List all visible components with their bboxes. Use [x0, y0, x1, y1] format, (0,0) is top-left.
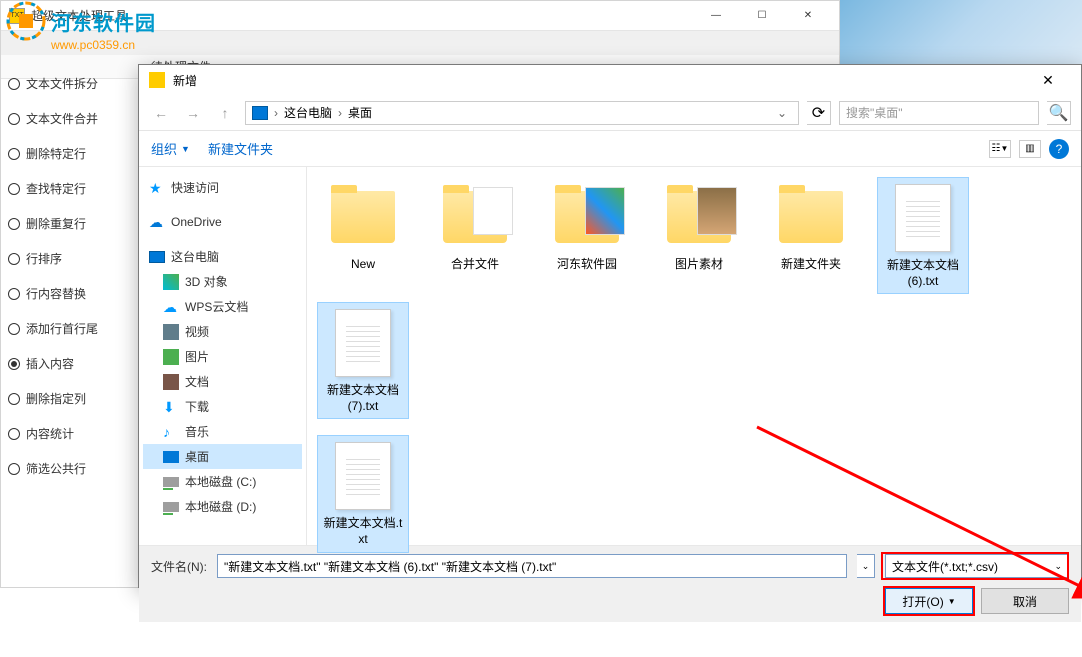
dialog-toolbar: 组织 ▼ 新建文件夹 ☷ ▼ ▥ ?: [139, 131, 1081, 167]
open-button[interactable]: 打开(O) ▼: [885, 588, 973, 614]
opt-merge[interactable]: 文本文件合并: [8, 110, 138, 127]
tree-wps-cloud[interactable]: ☁WPS云文档: [143, 294, 302, 319]
dialog-bottom: 文件名(N): ⌄ 文本文件(*.txt;*.csv)⌄ 打开(O) ▼ 取消: [139, 545, 1081, 622]
opt-delete-col[interactable]: 删除指定列: [8, 390, 138, 407]
nav-back-button[interactable]: ←: [149, 101, 173, 125]
dialog-icon: [149, 72, 165, 88]
dialog-titlebar: 新增 ✕: [139, 65, 1081, 95]
file-item-folder[interactable]: 合并文件: [429, 177, 521, 294]
opt-insert[interactable]: 插入内容: [8, 355, 138, 372]
filename-label: 文件名(N):: [151, 558, 207, 575]
opt-dedup[interactable]: 删除重复行: [8, 215, 138, 232]
file-item-folder[interactable]: 河东软件园: [541, 177, 633, 294]
function-options: 文本文件拆分 文本文件合并 删除特定行 查找特定行 删除重复行 行排序 行内容替…: [8, 75, 138, 477]
dialog-title: 新增: [173, 72, 1025, 89]
file-item-folder[interactable]: 图片素材: [653, 177, 745, 294]
tree-downloads[interactable]: ⬇下载: [143, 394, 302, 419]
crumb-current[interactable]: 桌面: [348, 104, 372, 121]
file-list[interactable]: New 合并文件 河东软件园 图片素材 新建文件夹 新建文本文档 (6).txt…: [307, 167, 1081, 545]
address-breadcrumb[interactable]: › 这台电脑 › 桌面 ⌄: [245, 101, 799, 125]
pc-icon: [252, 106, 268, 120]
tree-disk-d[interactable]: 本地磁盘 (D:): [143, 494, 302, 519]
tree-onedrive[interactable]: ☁OneDrive: [143, 210, 302, 234]
file-type-filter[interactable]: 文本文件(*.txt;*.csv)⌄: [885, 554, 1069, 578]
crumb-root[interactable]: 这台电脑: [284, 104, 332, 121]
cancel-button[interactable]: 取消: [981, 588, 1069, 614]
filename-dropdown[interactable]: ⌄: [857, 554, 875, 578]
tree-pictures[interactable]: 图片: [143, 344, 302, 369]
opt-sort[interactable]: 行排序: [8, 250, 138, 267]
address-bar-row: ← → ↑ › 这台电脑 › 桌面 ⌄ ⟳ 搜索"桌面" 🔍: [139, 95, 1081, 131]
file-item-folder[interactable]: New: [317, 177, 409, 294]
opt-common[interactable]: 筛选公共行: [8, 460, 138, 477]
maximize-button[interactable]: ☐: [739, 1, 785, 31]
file-open-dialog: 新增 ✕ ← → ↑ › 这台电脑 › 桌面 ⌄ ⟳ 搜索"桌面" 🔍 组织 ▼…: [138, 64, 1082, 588]
file-item-txt[interactable]: 新建文本文档.txt: [317, 435, 409, 552]
nav-forward-button[interactable]: →: [181, 101, 205, 125]
tree-desktop[interactable]: 桌面: [143, 444, 302, 469]
organize-menu[interactable]: 组织 ▼: [151, 139, 190, 158]
search-input[interactable]: 搜索"桌面": [839, 101, 1039, 125]
opt-split[interactable]: 文本文件拆分: [8, 75, 138, 92]
minimize-button[interactable]: —: [693, 1, 739, 31]
menubar: [1, 31, 839, 55]
desktop-background: [840, 0, 1082, 64]
close-button[interactable]: ✕: [785, 1, 831, 31]
search-button[interactable]: 🔍: [1047, 101, 1071, 125]
file-item-folder[interactable]: 新建文件夹: [765, 177, 857, 294]
address-dropdown-icon[interactable]: ⌄: [772, 106, 792, 120]
tree-music[interactable]: ♪音乐: [143, 419, 302, 444]
navigation-tree: ★快速访问 ☁OneDrive 这台电脑 3D 对象 ☁WPS云文档 视频 图片…: [139, 167, 307, 545]
filename-input[interactable]: [217, 554, 847, 578]
preview-pane-button[interactable]: ▥: [1019, 140, 1041, 158]
dialog-close-button[interactable]: ✕: [1025, 65, 1071, 95]
nav-up-button[interactable]: ↑: [213, 101, 237, 125]
tree-disk-c[interactable]: 本地磁盘 (C:): [143, 469, 302, 494]
app-icon: TXT: [9, 8, 25, 24]
opt-delete-line[interactable]: 删除特定行: [8, 145, 138, 162]
tree-this-pc[interactable]: 这台电脑: [143, 244, 302, 269]
tree-videos[interactable]: 视频: [143, 319, 302, 344]
file-item-txt[interactable]: 新建文本文档 (6).txt: [877, 177, 969, 294]
opt-stats[interactable]: 内容统计: [8, 425, 138, 442]
opt-prefix-suffix[interactable]: 添加行首行尾: [8, 320, 138, 337]
tree-documents[interactable]: 文档: [143, 369, 302, 394]
new-folder-button[interactable]: 新建文件夹: [208, 139, 273, 158]
help-button[interactable]: ?: [1049, 139, 1069, 159]
opt-replace[interactable]: 行内容替换: [8, 285, 138, 302]
view-mode-button[interactable]: ☷ ▼: [989, 140, 1011, 158]
tree-3d-objects[interactable]: 3D 对象: [143, 269, 302, 294]
tree-quick-access[interactable]: ★快速访问: [143, 175, 302, 200]
main-titlebar: TXT 超级文本处理工具 — ☐ ✕: [1, 1, 839, 31]
refresh-button[interactable]: ⟳: [807, 101, 831, 125]
app-title: 超级文本处理工具: [31, 7, 693, 24]
file-item-txt[interactable]: 新建文本文档 (7).txt: [317, 302, 409, 419]
opt-find-line[interactable]: 查找特定行: [8, 180, 138, 197]
